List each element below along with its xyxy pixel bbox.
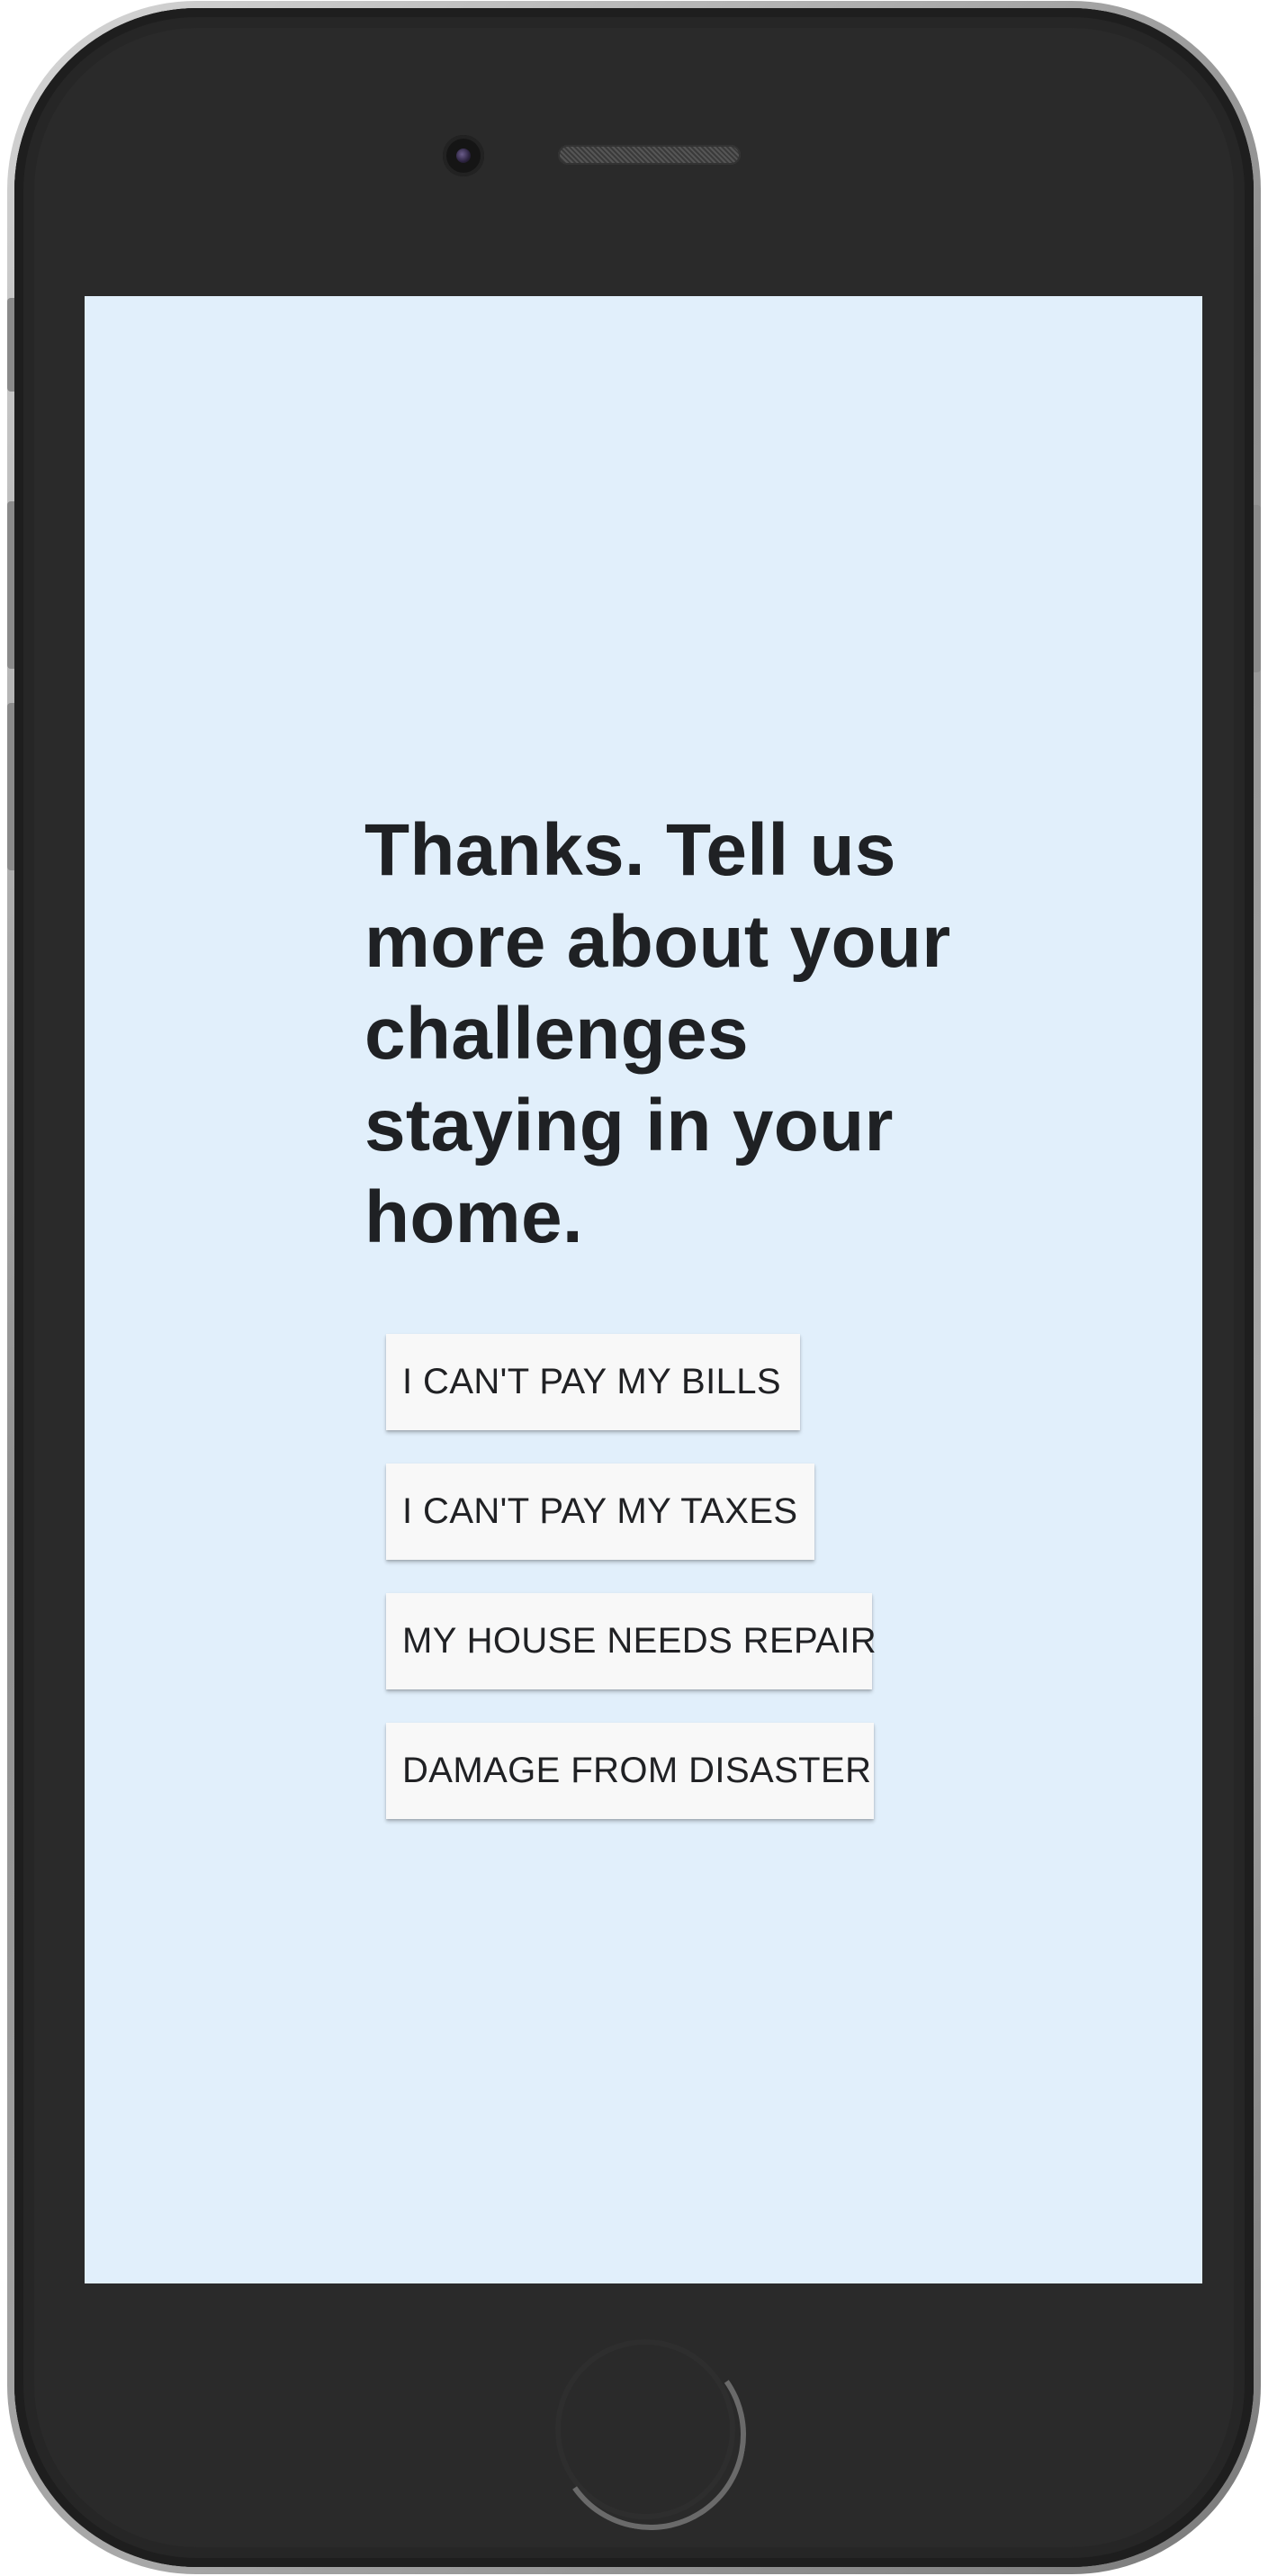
speaker-icon xyxy=(558,145,741,165)
phone-frame: Thanks. Tell us more about your challeng… xyxy=(7,1,1261,2574)
home-button-icon[interactable] xyxy=(555,2339,735,2519)
option-house-needs-repair-button[interactable]: MY HOUSE NEEDS REPAIR xyxy=(386,1593,877,1689)
option-cant-pay-taxes-button[interactable]: I CAN'T PAY MY TAXES xyxy=(386,1464,814,1560)
question-heading: Thanks. Tell us more about your challeng… xyxy=(364,809,951,1258)
option-damage-from-disaster-button[interactable]: DAMAGE FROM DISASTER xyxy=(386,1723,874,1819)
answer-options: I CAN'T PAY MY BILLS I CAN'T PAY MY TAXE… xyxy=(364,1334,976,1819)
phone-body: Thanks. Tell us more about your challeng… xyxy=(14,8,1254,2567)
option-cant-pay-bills-button[interactable]: I CAN'T PAY MY BILLS xyxy=(386,1334,800,1430)
question-panel: Thanks. Tell us more about your challeng… xyxy=(364,805,976,1852)
camera-icon xyxy=(443,135,484,176)
app-screen: Thanks. Tell us more about your challeng… xyxy=(85,296,1202,2283)
